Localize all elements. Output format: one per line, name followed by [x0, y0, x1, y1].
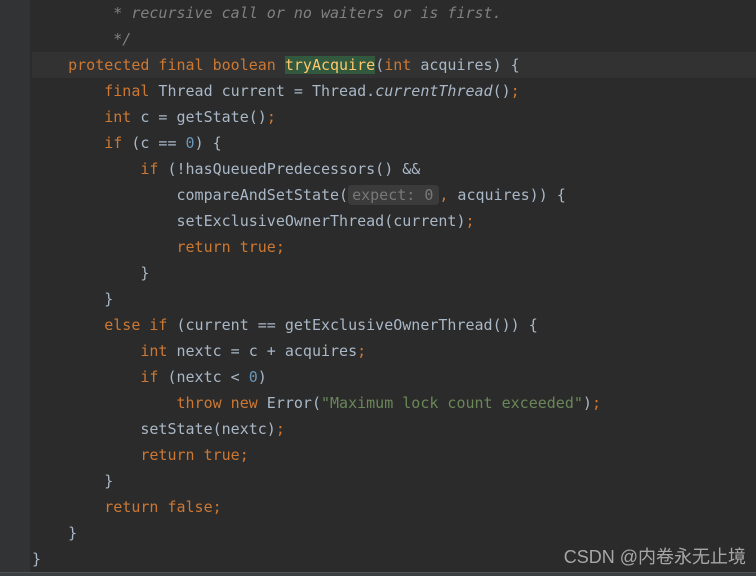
- code-line: else if (current == getExclusiveOwnerThr…: [32, 312, 756, 338]
- text: (current == getExclusiveOwnerThread()) {: [167, 316, 537, 334]
- text: Error(: [258, 394, 321, 412]
- semicolon: ;: [276, 420, 285, 438]
- text: ) {: [195, 134, 222, 152]
- brace: }: [68, 524, 77, 542]
- editor-gutter: [0, 0, 30, 576]
- kw-elseif: else if: [104, 316, 167, 334]
- text: acquires)) {: [448, 186, 565, 204]
- code-line: setExclusiveOwnerThread(current);: [32, 208, 756, 234]
- code-line: throw new Error("Maximum lock count exce…: [32, 390, 756, 416]
- text: ): [583, 394, 592, 412]
- text: setState(nextc): [140, 420, 275, 438]
- comment-text: */: [104, 30, 131, 48]
- inlay-hint: expect: 0: [348, 185, 439, 205]
- text: setExclusiveOwnerThread(current): [177, 212, 466, 230]
- kw-return: return true: [177, 238, 276, 256]
- paren: (: [375, 56, 384, 74]
- semicolon: ;: [511, 82, 520, 100]
- text: ): [258, 368, 267, 386]
- kw-if: if: [104, 134, 122, 152]
- modifiers: protected final boolean: [68, 56, 276, 74]
- kw-final: final: [104, 82, 149, 100]
- semicolon: ;: [276, 238, 285, 256]
- text: (): [493, 82, 511, 100]
- code-line: }: [32, 546, 756, 572]
- code-line: final Thread current = Thread.currentThr…: [32, 78, 756, 104]
- code-line: compareAndSetState(expect: 0, acquires))…: [32, 182, 756, 208]
- code-line: }: [32, 520, 756, 546]
- brace: }: [104, 472, 113, 490]
- code-line: */: [32, 26, 756, 52]
- hint-value: 0: [415, 186, 433, 204]
- static-call: currentThread: [375, 82, 492, 100]
- code-line: return true;: [32, 234, 756, 260]
- kw-int: int: [104, 108, 131, 126]
- code-line: int nextc = c + acquires;: [32, 338, 756, 364]
- semicolon: ;: [465, 212, 474, 230]
- status-bar: [0, 572, 756, 576]
- code-line: }: [32, 260, 756, 286]
- number-literal: 0: [249, 368, 258, 386]
- kw-int: int: [140, 342, 167, 360]
- kw-throw: throw new: [177, 394, 258, 412]
- brace: }: [32, 550, 41, 568]
- text: (c ==: [122, 134, 185, 152]
- number-literal: 0: [186, 134, 195, 152]
- code-line: * recursive call or no waiters or is fir…: [32, 0, 756, 26]
- hint-label: expect:: [352, 186, 415, 204]
- semicolon: ;: [267, 108, 276, 126]
- code-line: if (c == 0) {: [32, 130, 756, 156]
- comment-text: * recursive call or no waiters or is fir…: [104, 4, 501, 22]
- param-rest: acquires) {: [411, 56, 519, 74]
- text: Thread current = Thread.: [149, 82, 375, 100]
- param-type: int: [384, 56, 411, 74]
- code-line: }: [32, 468, 756, 494]
- kw-if: if: [140, 368, 158, 386]
- semicolon: ;: [240, 446, 249, 464]
- code-editor[interactable]: * recursive call or no waiters or is fir…: [0, 0, 756, 572]
- code-line-highlighted: protected final boolean tryAcquire(int a…: [32, 52, 756, 78]
- semicolon: ;: [592, 394, 601, 412]
- code-line: }: [32, 286, 756, 312]
- text: nextc = c + acquires: [167, 342, 357, 360]
- code-line: return true;: [32, 442, 756, 468]
- semicolon: ;: [213, 498, 222, 516]
- text: (!hasQueuedPredecessors() &&: [158, 160, 420, 178]
- code-line: int c = getState();: [32, 104, 756, 130]
- method-name: tryAcquire: [285, 56, 375, 74]
- code-line: if (nextc < 0): [32, 364, 756, 390]
- text: (nextc <: [158, 368, 248, 386]
- brace: }: [104, 290, 113, 308]
- kw-if: if: [140, 160, 158, 178]
- code-line: setState(nextc);: [32, 416, 756, 442]
- code-line: return false;: [32, 494, 756, 520]
- string-literal: "Maximum lock count exceeded": [321, 394, 583, 412]
- kw-return: return false: [104, 498, 212, 516]
- text: compareAndSetState(: [177, 186, 349, 204]
- text: c = getState(): [131, 108, 266, 126]
- brace: }: [140, 264, 149, 282]
- code-line: if (!hasQueuedPredecessors() &&: [32, 156, 756, 182]
- kw-return: return true: [140, 446, 239, 464]
- semicolon: ;: [357, 342, 366, 360]
